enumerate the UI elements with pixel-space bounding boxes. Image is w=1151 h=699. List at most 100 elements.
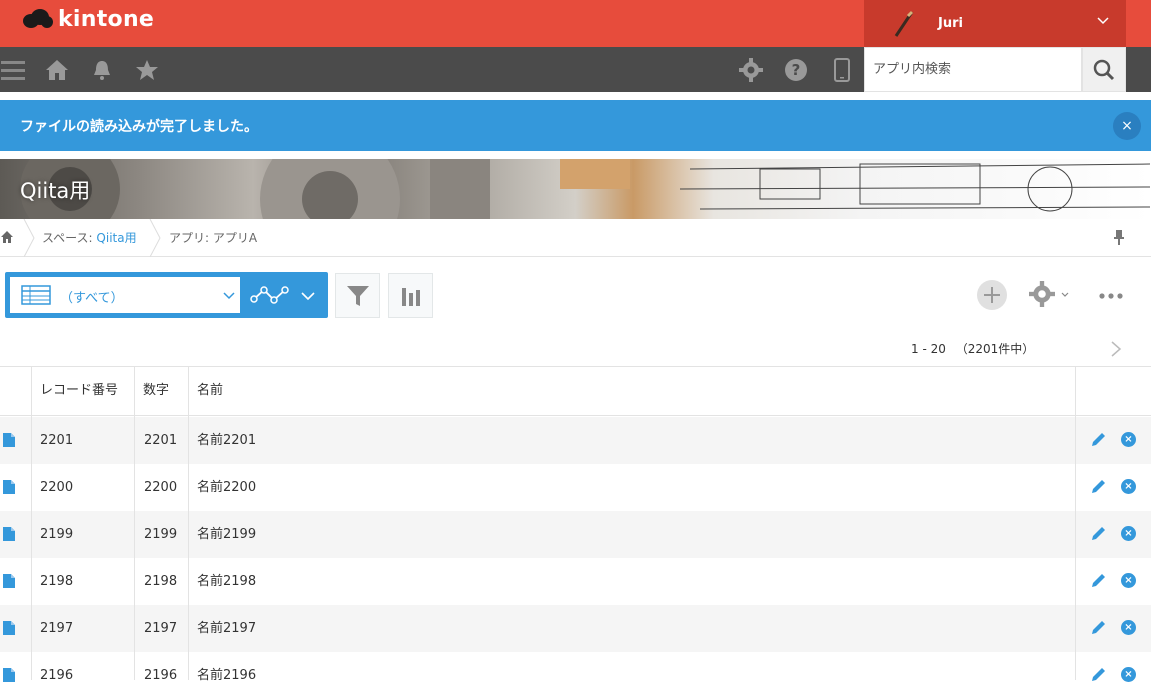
cell-name: 名前2197 xyxy=(197,621,257,636)
selected-view-label: （すべて） xyxy=(60,291,124,306)
star-icon[interactable] xyxy=(134,57,160,83)
more-options-button[interactable] xyxy=(1098,288,1126,302)
column-header-number[interactable]: 数字 xyxy=(143,367,169,417)
search-button[interactable] xyxy=(1082,47,1126,92)
line-graph-icon xyxy=(250,286,289,304)
app-settings-button[interactable] xyxy=(1029,281,1075,309)
view-dropdown[interactable]: （すべて） xyxy=(10,277,240,313)
user-menu[interactable]: Juri xyxy=(864,0,1126,47)
cell-record-number: 2198 xyxy=(40,574,74,589)
column-header-name[interactable]: 名前 xyxy=(197,367,223,417)
svg-text:?: ? xyxy=(792,61,801,79)
cell-record-number: 2199 xyxy=(40,527,74,542)
banner-illustration xyxy=(20,159,1151,219)
filter-button[interactable] xyxy=(335,273,380,318)
column-header-record-number[interactable]: レコード番号 xyxy=(40,367,118,417)
mobile-icon[interactable] xyxy=(829,57,855,83)
breadcrumb-space-prefix: スペース: xyxy=(42,231,97,245)
cell-number: 2200 xyxy=(144,480,178,495)
cell-number: 2196 xyxy=(144,668,178,683)
chevron-down-icon xyxy=(1097,17,1109,25)
cell-record-number: 2201 xyxy=(40,433,74,448)
table-view-icon xyxy=(21,285,51,305)
filter-icon xyxy=(346,285,369,306)
help-icon[interactable]: ? xyxy=(783,57,809,83)
gear-icon[interactable] xyxy=(738,57,764,83)
home-icon[interactable] xyxy=(0,230,14,244)
breadcrumb-separator xyxy=(23,219,35,257)
table-row: 2200 2200 名前2200 × xyxy=(0,464,1151,511)
table-header: レコード番号 数字 名前 xyxy=(0,366,1151,416)
app-header: kintone Juri xyxy=(0,0,1151,47)
edit-icon[interactable] xyxy=(1090,431,1107,448)
breadcrumb-separator xyxy=(149,219,161,257)
edit-icon[interactable] xyxy=(1090,478,1107,495)
logo-text: kintone xyxy=(58,6,155,32)
table-row: 2199 2199 名前2199 × xyxy=(0,511,1151,558)
cell-name: 名前2201 xyxy=(197,433,257,448)
add-record-button[interactable] xyxy=(977,280,1007,310)
delete-icon[interactable]: × xyxy=(1121,432,1136,447)
table-row: 2201 2201 名前2201 × xyxy=(0,417,1151,464)
edit-icon[interactable] xyxy=(1090,572,1107,589)
cell-number: 2197 xyxy=(144,621,178,636)
graph-button[interactable] xyxy=(388,273,433,318)
edit-icon[interactable] xyxy=(1090,619,1107,636)
column-divider xyxy=(134,366,135,680)
cell-record-number: 2196 xyxy=(40,668,74,683)
delete-icon[interactable]: × xyxy=(1121,620,1136,635)
column-divider xyxy=(188,366,189,680)
delete-icon[interactable]: × xyxy=(1121,573,1136,588)
column-divider xyxy=(31,366,32,680)
record-detail-icon[interactable] xyxy=(3,527,15,541)
graph-view-button[interactable] xyxy=(245,277,323,313)
cell-name: 名前2196 xyxy=(197,668,257,683)
space-banner: Qiita用 xyxy=(0,159,1151,219)
cell-number: 2201 xyxy=(144,433,178,448)
close-notification-button[interactable]: × xyxy=(1113,112,1141,140)
delete-icon[interactable]: × xyxy=(1121,479,1136,494)
notification-message: ファイルの読み込みが完了しました。 xyxy=(20,119,258,135)
notification-bar: ファイルの読み込みが完了しました。 xyxy=(0,100,1151,151)
edit-icon[interactable] xyxy=(1090,525,1107,542)
next-page-icon[interactable] xyxy=(1110,340,1122,358)
record-detail-icon[interactable] xyxy=(3,574,15,588)
breadcrumb: スペース: Qiita用 アプリ: アプリA xyxy=(0,219,1151,257)
chevron-down-icon xyxy=(223,292,235,300)
menu-icon[interactable] xyxy=(0,57,26,83)
breadcrumb-app: アプリ: アプリA xyxy=(169,231,258,245)
home-icon[interactable] xyxy=(44,57,70,83)
cell-record-number: 2200 xyxy=(40,480,74,495)
table-row: 2197 2197 名前2197 × xyxy=(0,605,1151,652)
plus-icon xyxy=(984,287,1000,303)
cloud-logo-icon xyxy=(23,9,53,28)
column-divider xyxy=(1075,366,1076,680)
bell-icon[interactable] xyxy=(89,57,115,83)
cell-number: 2198 xyxy=(144,574,178,589)
record-detail-icon[interactable] xyxy=(3,433,15,447)
pin-icon[interactable] xyxy=(1112,229,1126,245)
avatar xyxy=(886,6,922,42)
pager-summary: 1 - 20 （2201件中） xyxy=(911,340,1034,357)
chevron-down-icon xyxy=(1061,292,1069,297)
chevron-down-icon xyxy=(301,292,315,301)
kintone-logo[interactable]: kintone xyxy=(22,5,154,33)
cell-name: 名前2199 xyxy=(197,527,257,542)
table-row: 2198 2198 名前2198 × xyxy=(0,558,1151,605)
pager-total: （2201件中） xyxy=(955,342,1035,356)
edit-icon[interactable] xyxy=(1090,666,1107,683)
breadcrumb-space-link[interactable]: Qiita用 xyxy=(96,231,136,245)
view-selector: （すべて） xyxy=(5,272,328,318)
pager-range: 1 - 20 xyxy=(911,342,946,356)
cell-name: 名前2200 xyxy=(197,480,257,495)
gear-icon xyxy=(1029,281,1055,307)
breadcrumb-space[interactable]: スペース: Qiita用 xyxy=(42,229,137,246)
cell-name: 名前2198 xyxy=(197,574,257,589)
delete-icon[interactable]: × xyxy=(1121,526,1136,541)
bar-chart-icon xyxy=(401,287,420,306)
app-search-input[interactable]: アプリ内検索 xyxy=(864,47,1082,92)
record-detail-icon[interactable] xyxy=(3,621,15,635)
cell-number: 2199 xyxy=(144,527,178,542)
user-name: Juri xyxy=(938,16,963,31)
record-detail-icon[interactable] xyxy=(3,480,15,494)
